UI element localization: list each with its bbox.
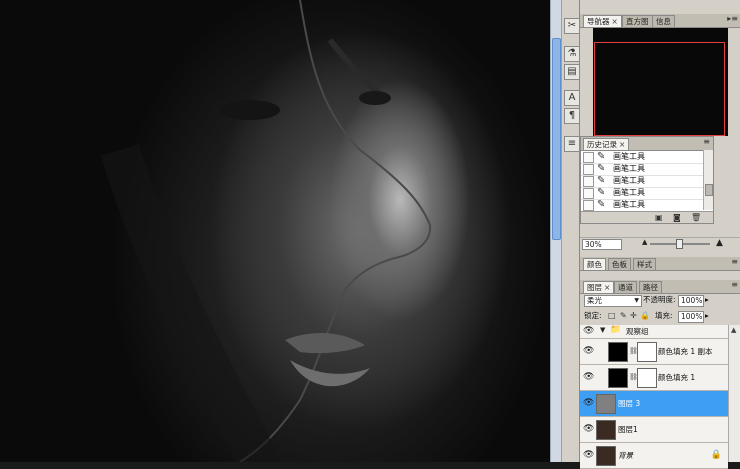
zoom-in-icon[interactable]: ▲ [716, 238, 723, 248]
history-panel: 历史记录 × ≡ ✎ 画笔工具 ✎ 画笔工具 ✎ 画笔工具 ✎ 画笔工具 ✎ 画笔工具 ▣ … [580, 136, 714, 224]
fill-thumbnail [608, 342, 628, 362]
layers-lock-row: 锁定: □ ✎ ✛ 🔒 填充: 100% ▸ [580, 310, 740, 324]
tab-styles[interactable]: 样式 [633, 258, 656, 270]
visibility-eye-icon[interactable]: 👁 [583, 398, 594, 408]
lock-position-icon[interactable]: ✛ [630, 310, 637, 322]
tab-info[interactable]: 信息 [652, 15, 675, 27]
navigator-zoom-row: 30% ▲ ▲ [580, 237, 740, 250]
panel-menu-icon[interactable]: ▸≡ [727, 14, 738, 23]
notes-icon[interactable]: ≡ [564, 136, 580, 152]
snapshot-checkbox[interactable] [583, 176, 594, 187]
scroll-up-icon[interactable]: ▲ [731, 326, 736, 334]
brush-icon: ✎ [597, 187, 606, 198]
lock-image-icon[interactable]: ✎ [620, 310, 627, 322]
brush-icon: ✎ [597, 163, 606, 174]
tab-channels[interactable]: 通道 [614, 281, 637, 293]
blend-mode-select[interactable]: 柔光 ▼ [584, 295, 642, 307]
layer-thumbnail [596, 394, 616, 414]
canvas-scrollbar-thumb[interactable] [552, 38, 561, 240]
layers-menu-icon[interactable]: ≡ [731, 280, 738, 289]
lock-icon: 🔒 [710, 450, 722, 460]
brush-icon: ✎ [597, 175, 606, 186]
opacity-arrow-icon[interactable]: ▸ [705, 294, 709, 306]
fill-label: 填充: [655, 311, 673, 320]
folder-icon: 📁 [610, 325, 622, 335]
mask-thumbnail[interactable] [637, 342, 657, 362]
layer-thumbnail [596, 420, 616, 440]
trash-icon[interactable]: 🗑 [691, 212, 701, 223]
canvas-scrollbar[interactable] [550, 0, 561, 462]
tab-navigator[interactable]: 导航器 × [583, 15, 622, 27]
history-menu-icon[interactable]: ≡ [703, 137, 710, 146]
opacity-label: 不透明度: [643, 295, 676, 304]
layers-blend-row: 柔光 ▼ 不透明度: 100% ▸ [580, 294, 740, 308]
tab-histogram[interactable]: 直方图 [622, 15, 653, 27]
mask-thumbnail[interactable] [637, 368, 657, 388]
snapshot-checkbox[interactable] [583, 200, 594, 211]
layer-row-fill-copy[interactable]: 👁 ⛓ 颜色填充 1 副本 [580, 339, 728, 365]
layers-scrollbar[interactable]: ▲ [728, 325, 740, 462]
visibility-eye-icon[interactable]: 👁 [583, 326, 594, 336]
opacity-field[interactable]: 100% [678, 295, 704, 307]
snapshot-checkbox[interactable] [583, 188, 594, 199]
tab-swatches[interactable]: 色板 [608, 258, 631, 270]
brush-icon: ✎ [597, 199, 606, 210]
history-scrollbar-thumb[interactable] [705, 184, 713, 196]
visibility-eye-icon[interactable]: 👁 [583, 450, 594, 460]
character-icon[interactable]: A [564, 90, 580, 106]
visibility-eye-icon[interactable]: 👁 [583, 372, 594, 382]
fill-field[interactable]: 100% [678, 311, 704, 323]
fill-arrow-icon[interactable]: ▸ [705, 310, 709, 322]
fill-thumbnail [608, 368, 628, 388]
panel-dock: 导航器 × 直方图 信息 ▸≡ 历史记录 × ≡ ✎ 画笔工具 ✎ 画笔工具 ✎ 画笔工具… [579, 0, 740, 469]
navigator-view-box[interactable] [594, 42, 725, 136]
tools-icon[interactable]: ✂ [564, 18, 580, 34]
snapshot-checkbox[interactable] [583, 164, 594, 175]
paragraph-icon[interactable]: ¶ [564, 108, 580, 124]
tab-paths[interactable]: 路径 [639, 281, 662, 293]
history-footer: ▣ ◙ 🗑 [581, 211, 713, 223]
tab-history[interactable]: 历史记录 × [583, 138, 630, 150]
color-menu-icon[interactable]: ≡ [731, 257, 738, 266]
snapshot-checkbox[interactable] [583, 152, 594, 163]
layer-row-layer1[interactable]: 👁 图层1 [580, 417, 728, 443]
zoom-field[interactable]: 30% [582, 239, 622, 250]
zoom-slider-knob[interactable] [676, 239, 683, 249]
lock-label: 锁定: [584, 311, 602, 320]
expand-triangle-icon[interactable]: ▼ [600, 326, 605, 334]
new-document-icon[interactable]: ▣ [655, 212, 663, 223]
layer-row-background[interactable]: 👁 背景 🔒 [580, 443, 728, 469]
history-tabbar: 历史记录 × ≡ [581, 137, 713, 151]
navigator-tabbar: 导航器 × 直方图 信息 ▸≡ [580, 14, 740, 28]
clone-source-icon[interactable]: ▤ [564, 64, 580, 80]
brush-icon: ✎ [597, 151, 606, 162]
layer-row-group[interactable]: 👁 ▼ 📁 观察组 [580, 325, 728, 339]
color-tabbar: 颜色 色板 样式 ≡ [580, 257, 740, 271]
lock-transparent-icon[interactable]: □ [608, 310, 616, 322]
brush-preset-icon[interactable]: ⚗ [564, 46, 580, 62]
zoom-out-icon[interactable]: ▲ [642, 238, 647, 246]
snapshot-icon[interactable]: ◙ [673, 212, 681, 223]
visibility-eye-icon[interactable]: 👁 [583, 346, 594, 356]
portrait-photo [100, 0, 432, 462]
navigator-preview[interactable] [593, 28, 728, 136]
collapsed-tool-strip: ✂ ⚗ ▤ A ¶ ≡ [561, 0, 580, 462]
history-scrollbar[interactable] [703, 150, 713, 210]
tab-layers[interactable]: 图层 × [583, 281, 615, 293]
layer-row-layer3[interactable]: 👁 图层 3 [580, 391, 728, 417]
tab-color[interactable]: 颜色 [583, 258, 606, 270]
visibility-eye-icon[interactable]: 👁 [583, 424, 594, 434]
layers-tabbar: 图层 × 通道 路径 ≡ [580, 280, 740, 294]
document-canvas[interactable] [0, 0, 550, 462]
layer-thumbnail [596, 446, 616, 466]
layer-row-fill[interactable]: 👁 ⛓ 颜色填充 1 [580, 365, 728, 391]
lock-all-icon[interactable]: 🔒 [640, 310, 650, 322]
